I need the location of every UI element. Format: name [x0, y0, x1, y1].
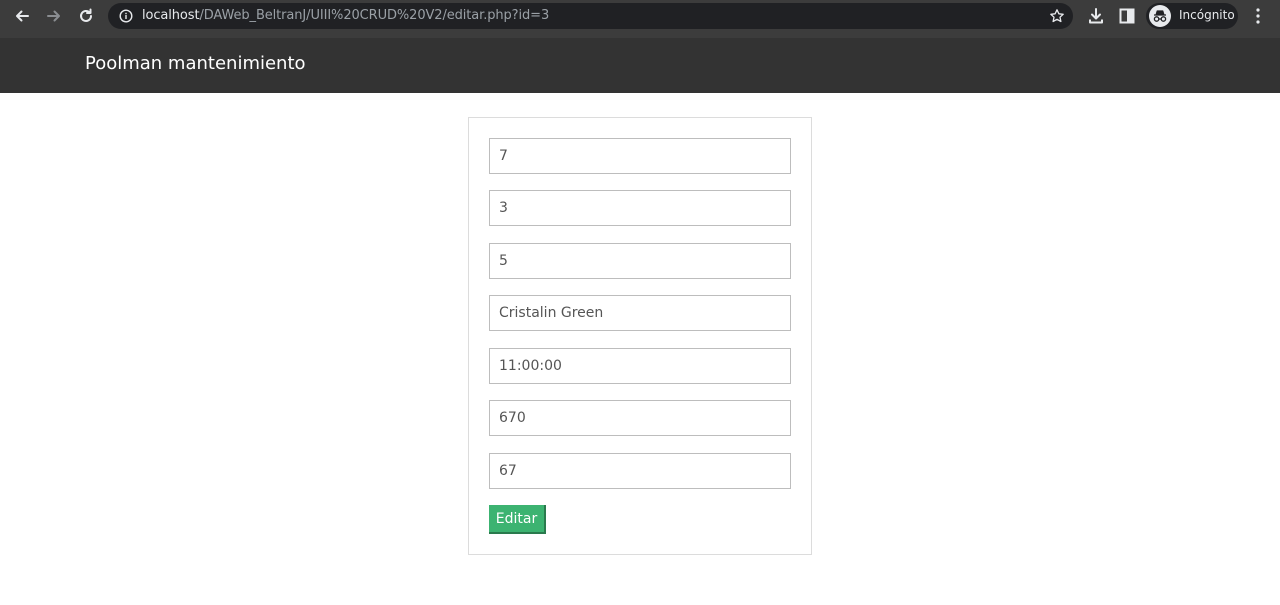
brand-link[interactable]: Poolman mantenimiento — [85, 53, 306, 74]
kebab-menu-icon[interactable] — [1250, 7, 1266, 25]
field-4-input[interactable] — [489, 295, 791, 331]
reload-button[interactable] — [71, 4, 101, 28]
reload-icon — [80, 8, 92, 22]
incognito-icon — [1149, 5, 1171, 27]
field-2-input[interactable] — [489, 190, 791, 226]
field-1-input[interactable] — [489, 138, 791, 174]
field-5-input[interactable] — [489, 348, 791, 384]
back-button[interactable] — [7, 4, 37, 28]
back-icon — [16, 10, 29, 22]
editar-button[interactable]: Editar — [489, 505, 546, 534]
star-icon[interactable] — [1049, 8, 1065, 24]
field-7-input[interactable] — [489, 453, 791, 489]
profile-chip[interactable]: Incógnito — [1146, 3, 1238, 29]
profile-label: Incógnito — [1179, 8, 1235, 22]
url-host: localhost — [142, 8, 200, 23]
site-navbar: Poolman mantenimiento — [0, 38, 1280, 93]
address-bar[interactable]: localhost/DAWeb_BeltranJ/UIII%20CRUD%20V… — [108, 3, 1073, 29]
forward-icon — [47, 10, 60, 22]
url-path: /DAWeb_BeltranJ/UIII%20CRUD%20V2/editar.… — [199, 8, 550, 23]
forward-button[interactable] — [39, 4, 69, 28]
url-text[interactable]: localhost/DAWeb_BeltranJ/UIII%20CRUD%20V… — [142, 8, 549, 23]
edit-form: Editar — [468, 117, 812, 555]
field-3-input[interactable] — [489, 243, 791, 279]
side-panel-icon[interactable] — [1119, 8, 1135, 24]
download-icon[interactable] — [1087, 7, 1105, 25]
field-6-input[interactable] — [489, 400, 791, 436]
browser-toolbar: localhost/DAWeb_BeltranJ/UIII%20CRUD%20V… — [0, 0, 1280, 38]
info-icon[interactable] — [119, 9, 133, 23]
